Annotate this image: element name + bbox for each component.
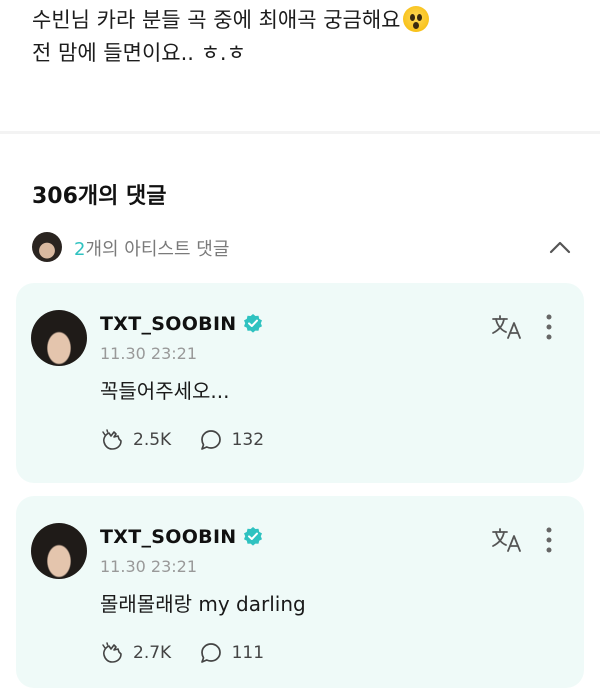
comment-stats: 2.5K 132 — [100, 428, 286, 452]
artist-comment-card: TXT_SOOBIN 11.30 23:21 몰래몰래랑 my darling … — [16, 496, 584, 688]
translate-icon[interactable] — [491, 526, 523, 554]
cheer-hands-icon — [102, 642, 122, 663]
comment-author-name[interactable]: TXT_SOOBIN — [100, 526, 237, 548]
verified-badge-icon — [243, 314, 262, 333]
cheer-hands-icon — [102, 429, 122, 450]
comment-author[interactable]: TXT_SOOBIN — [100, 313, 263, 335]
comment-count: 306개의 댓글 — [32, 184, 167, 209]
artist-comments-toggle[interactable]: 2개의 아티스트 댓글 — [32, 230, 572, 266]
post-line-1-text: 수빈님 카라 분들 곡 중에 최애곡 궁금해요 — [32, 8, 401, 32]
chevron-up-icon[interactable] — [548, 236, 572, 260]
artist-comment-text: 개의 아티스트 댓글 — [85, 239, 230, 260]
reply-button[interactable]: 111 — [199, 641, 264, 665]
like-count: 2.7K — [133, 643, 172, 663]
comment-bubble-icon — [200, 430, 221, 450]
more-vertical-icon[interactable] — [546, 314, 552, 340]
like-count: 2.5K — [133, 430, 172, 450]
avatar[interactable] — [31, 310, 87, 366]
shocked-face-emoji — [402, 6, 429, 32]
artist-comments-label: 2개의 아티스트 댓글 — [74, 235, 229, 261]
comment-timestamp: 11.30 23:21 — [100, 344, 197, 363]
translate-icon[interactable] — [491, 313, 523, 341]
comment-text: 꼭들어주세오... — [100, 379, 230, 403]
post-line-2: 전 맘에 들면이요.. ㅎ.ㅎ — [32, 41, 246, 65]
cheer-button[interactable]: 2.7K — [100, 641, 171, 665]
verified-badge-icon — [243, 527, 262, 546]
artist-avatar-small — [32, 232, 62, 262]
comment-author[interactable]: TXT_SOOBIN — [100, 526, 263, 548]
comment-stats: 2.7K 111 — [100, 641, 286, 665]
cheer-button[interactable]: 2.5K — [100, 428, 171, 452]
reply-count: 111 — [231, 643, 265, 663]
section-divider — [0, 131, 600, 134]
artist-comment-card: TXT_SOOBIN 11.30 23:21 꼭들어주세오... 2.5K 13… — [16, 283, 584, 483]
comment-text: 몰래몰래랑 my darling — [100, 592, 306, 616]
more-vertical-icon[interactable] — [546, 527, 552, 553]
post-line-1: 수빈님 카라 분들 곡 중에 최애곡 궁금해요 — [32, 4, 572, 37]
reply-button[interactable]: 132 — [199, 428, 264, 452]
post-body: 수빈님 카라 분들 곡 중에 최애곡 궁금해요 전 맘에 들면이요.. ㅎ.ㅎ — [32, 4, 572, 70]
avatar[interactable] — [31, 523, 87, 579]
comment-timestamp: 11.30 23:21 — [100, 557, 197, 576]
artist-comment-number: 2 — [74, 239, 86, 260]
comment-author-name[interactable]: TXT_SOOBIN — [100, 313, 237, 335]
reply-count: 132 — [231, 430, 265, 450]
comment-bubble-icon — [200, 643, 221, 663]
